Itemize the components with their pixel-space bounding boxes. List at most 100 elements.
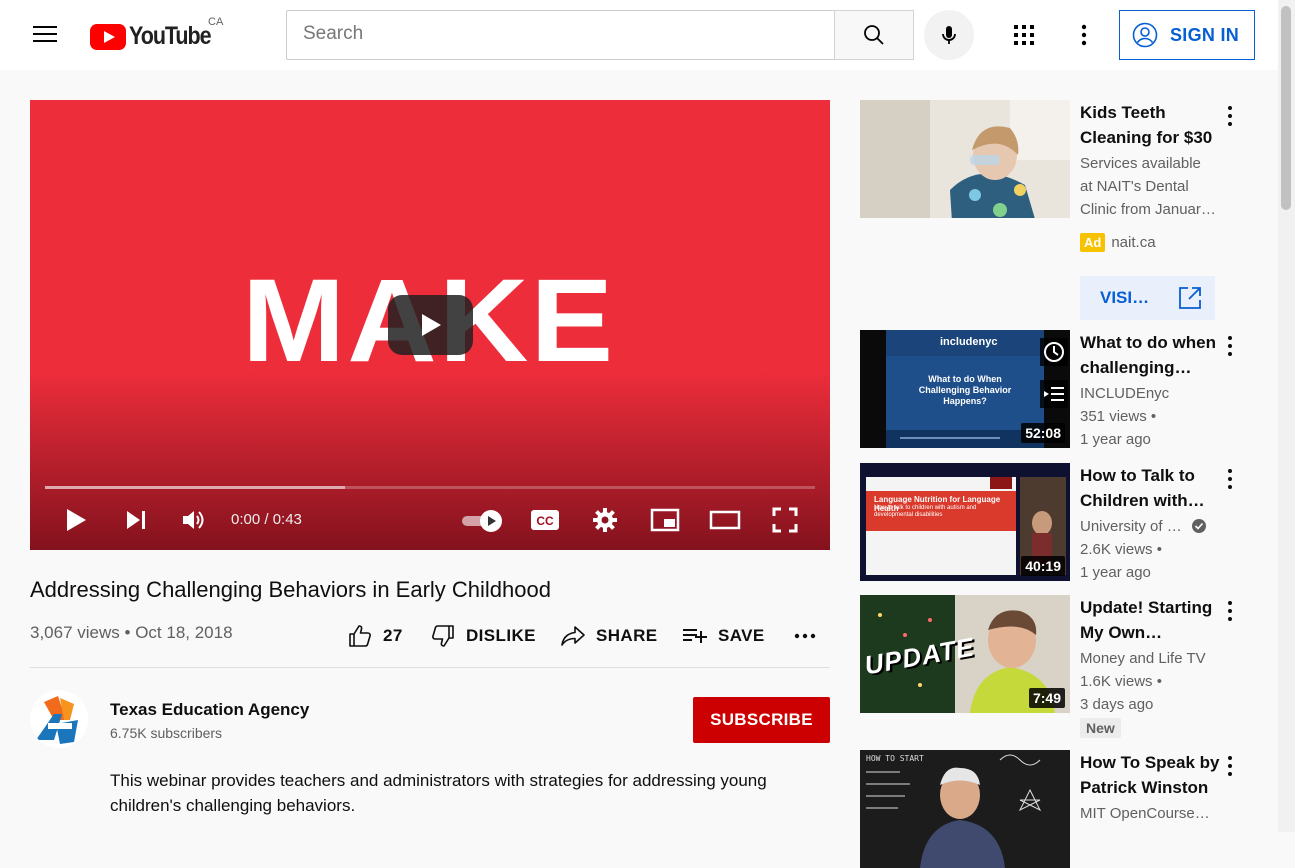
next-button[interactable]	[120, 504, 152, 536]
ad-title[interactable]: Kids Teeth Cleaning for $30	[1080, 100, 1230, 150]
title-line2: My Own…	[1080, 623, 1163, 642]
volume-icon	[183, 511, 204, 529]
share-icon	[561, 626, 585, 646]
channel-name[interactable]: MIT OpenCourseW…	[1080, 805, 1220, 822]
apps-grid-icon	[1014, 25, 1034, 45]
recommended-video[interactable]: includenyc What to do When Challenging B…	[860, 330, 1270, 448]
ad-badge: Ad	[1080, 233, 1106, 252]
menu-icon[interactable]	[33, 26, 57, 44]
upload-date: Oct 18, 2018	[135, 623, 233, 642]
channel-name[interactable]: Texas Education Agency	[110, 700, 309, 720]
subtitles-button[interactable]: CC	[528, 504, 562, 536]
youtube-logo[interactable]: YouTube	[90, 22, 224, 51]
video-thumbnail[interactable]: UPDATE 7:49	[860, 595, 1070, 713]
watch-later-button[interactable]	[1040, 338, 1068, 366]
video-thumbnail[interactable]: includenyc What to do When Challenging B…	[860, 330, 1070, 448]
video-title[interactable]: Update! Starting My Own…	[1080, 595, 1230, 645]
skip-next-icon	[127, 511, 145, 529]
play-icon	[67, 509, 86, 531]
video-player[interactable]: MAKE 0:00 / 0:43 CC	[30, 100, 830, 550]
video-duration: 40:19	[1021, 556, 1065, 576]
voice-search-button[interactable]	[924, 10, 974, 60]
search-input[interactable]: Search	[286, 10, 835, 60]
upload-age: 1 year ago	[1080, 564, 1151, 581]
video-more-button[interactable]	[1224, 334, 1236, 358]
dislike-label: DISLIKE	[466, 626, 536, 645]
scrollbar-thumb[interactable]	[1281, 6, 1291, 210]
recommended-video[interactable]: HOW TO START How To Speak by Patrick Win…	[860, 750, 1270, 868]
video-thumbnail[interactable]: HOW TO START	[860, 750, 1070, 868]
more-horiz-icon	[794, 633, 816, 639]
ad-card[interactable]: Kids Teeth Cleaning for $30 Services ava…	[860, 100, 1270, 325]
masthead: YouTube CA Search SIGN IN	[0, 0, 1278, 70]
share-label: SHARE	[596, 626, 658, 645]
play-button[interactable]	[60, 504, 92, 536]
more-actions-button[interactable]	[794, 620, 826, 652]
subscriber-count: 6.75K subscribers	[110, 725, 223, 741]
upload-age: 3 days ago	[1080, 696, 1154, 713]
ad-thumbnail[interactable]	[860, 100, 1070, 218]
verified-badge-icon	[1191, 519, 1206, 533]
subscribe-button[interactable]: SUBSCRIBE	[693, 697, 830, 743]
fullscreen-button[interactable]	[768, 504, 802, 536]
title-line1: How to Talk to	[1080, 466, 1195, 485]
large-play-button[interactable]	[388, 295, 473, 355]
video-duration: 52:08	[1021, 423, 1065, 443]
visit-label: VISI…	[1100, 288, 1150, 307]
recommended-video[interactable]: Language Nutrition for Language Health H…	[860, 463, 1270, 581]
video-title[interactable]: What to do when challenging…	[1080, 330, 1230, 380]
video-duration: 7:49	[1028, 688, 1065, 708]
title-line2: challenging…	[1080, 358, 1192, 377]
visit-advertiser-button[interactable]: VISI…	[1080, 276, 1215, 320]
share-button[interactable]: SHARE	[560, 620, 658, 652]
view-count: 1.6K views •	[1080, 673, 1162, 690]
save-label: SAVE	[718, 626, 765, 645]
save-button[interactable]: SAVE	[682, 620, 765, 652]
clock-icon	[1044, 342, 1064, 362]
channel-name[interactable]: Money and Life TV	[1080, 650, 1220, 667]
miniplayer-icon	[650, 508, 680, 532]
closed-captions-icon: CC	[531, 510, 559, 530]
title-line2: Patrick Winston	[1080, 778, 1209, 797]
settings-button[interactable]	[588, 504, 622, 536]
channel-name[interactable]: University of …	[1080, 518, 1182, 535]
apps-button[interactable]	[1010, 21, 1038, 49]
video-title[interactable]: How To Speak by Patrick Winston	[1080, 750, 1230, 800]
thumbnail-image	[860, 750, 1070, 868]
like-button[interactable]: 27	[347, 620, 403, 652]
progress-buffered	[45, 486, 346, 489]
settings-more-button[interactable]	[1072, 21, 1096, 49]
search-icon	[864, 25, 884, 45]
add-to-queue-icon	[1044, 387, 1064, 401]
autoplay-toggle[interactable]	[458, 504, 506, 536]
video-more-button[interactable]	[1224, 599, 1236, 623]
title-line2: Children with…	[1080, 491, 1205, 510]
play-icon	[421, 314, 441, 336]
mute-button[interactable]	[178, 504, 210, 536]
video-more-button[interactable]	[1224, 754, 1236, 778]
video-more-button[interactable]	[1224, 467, 1236, 491]
add-to-queue-button[interactable]	[1040, 380, 1068, 408]
channel-name[interactable]: INCLUDEnyc	[1080, 385, 1220, 402]
meta-separator: •	[124, 623, 136, 642]
sign-in-button[interactable]: SIGN IN	[1119, 10, 1255, 60]
video-meta: 3,067 views • Oct 18, 2018	[30, 623, 233, 643]
ad-more-button[interactable]	[1224, 104, 1236, 128]
gear-icon	[593, 508, 617, 532]
progress-bar[interactable]	[45, 486, 815, 489]
thumbnail-subtitle-text: How to talk to children with autism and …	[874, 505, 977, 518]
dislike-button[interactable]: DISLIKE	[430, 620, 536, 652]
ad-image	[860, 100, 1070, 218]
channel-avatar[interactable]	[30, 690, 88, 748]
miniplayer-button[interactable]	[648, 504, 682, 536]
account-icon	[1132, 22, 1158, 48]
search-button[interactable]	[834, 10, 914, 60]
video-thumbnail[interactable]: Language Nutrition for Language Health H…	[860, 463, 1070, 581]
channel-row[interactable]: University of …	[1080, 518, 1220, 535]
recommended-video[interactable]: UPDATE 7:49 Update! Starting My Own… Mon…	[860, 595, 1270, 740]
video-title[interactable]: How to Talk to Children with…	[1080, 463, 1230, 513]
tea-logo-icon	[30, 690, 88, 748]
theater-mode-button[interactable]	[708, 504, 742, 536]
page-scrollbar[interactable]	[1278, 0, 1295, 832]
ad-description-line1: Services available	[1080, 155, 1201, 172]
